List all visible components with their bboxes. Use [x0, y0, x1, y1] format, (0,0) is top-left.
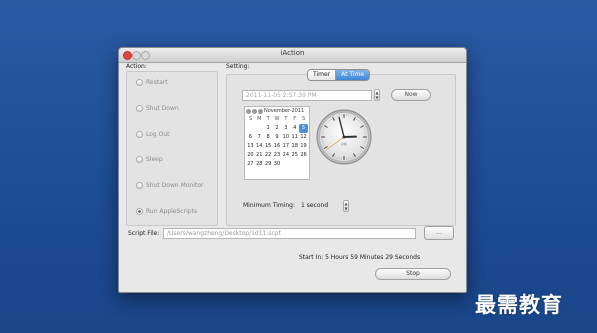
calendar-day[interactable]: 8 [264, 133, 273, 142]
calendar-prev-button[interactable] [246, 108, 251, 114]
radio-restart[interactable]: Restart [136, 79, 168, 86]
setting-heading: Setting: [226, 63, 250, 70]
datetime-field[interactable]: 2011-11-05 2:57:39 PM [242, 90, 372, 101]
radio-label: Restart [146, 79, 168, 86]
calendar-day[interactable]: 6 [246, 133, 255, 142]
radio-dot-selected [136, 208, 143, 215]
radio-shut-down-monitor[interactable]: Shut Down Monitor [136, 182, 203, 189]
calendar-day[interactable]: 24 [281, 151, 290, 160]
calendar-empty-cell [246, 124, 255, 133]
calendar-day[interactable]: 4 [290, 124, 299, 133]
calendar-weekday: T [266, 116, 270, 122]
calendar-day[interactable]: 14 [255, 142, 264, 151]
calendar-weekday: M [257, 116, 262, 122]
radio-sleep[interactable]: Sleep [136, 156, 163, 163]
calendar-today-button[interactable] [252, 108, 257, 114]
window-title: iAction [280, 49, 305, 57]
calendar-weekday: T [284, 116, 288, 122]
calendar-weekday: S [248, 116, 253, 122]
radio-label: Sleep [146, 156, 163, 163]
watermark-text: 最需教育 [475, 293, 563, 317]
calendar-day[interactable]: 9 [273, 133, 282, 142]
radio-dot [136, 131, 143, 138]
calendar-day[interactable]: 17 [281, 142, 290, 151]
calendar-header: November-2011 [245, 107, 309, 115]
min-timing-value: 1 second [301, 202, 329, 209]
calendar-day[interactable]: 16 [273, 142, 282, 151]
calendar: November-2011 S M T W T F S 1 2 3 4 5 6 7 8 9 10 11 12 13 14… [244, 106, 310, 180]
calendar-weekday: S [301, 116, 306, 122]
radio-log-out[interactable]: Log Out [136, 131, 170, 138]
calendar-day[interactable]: 18 [290, 142, 299, 151]
script-file-label: Script File: [128, 230, 160, 237]
calendar-day[interactable]: 13 [246, 142, 255, 151]
radio-dot [136, 182, 143, 189]
radio-dot [136, 79, 143, 86]
calendar-day[interactable]: 10 [281, 133, 290, 142]
min-timing-label: Minimum Timing: [243, 202, 296, 209]
start-in-status: Start In: 5 Hours 59 Minutes 29 Seconds [299, 254, 421, 261]
calendar-day[interactable]: 26 [299, 151, 308, 160]
calendar-day[interactable]: 21 [255, 151, 264, 160]
calendar-day[interactable]: 20 [246, 151, 255, 160]
calendar-weekday: F [293, 116, 297, 122]
tab-timer[interactable]: Timer [308, 70, 337, 80]
calendar-day[interactable]: 2 [273, 124, 282, 133]
radio-label: Shut Down Monitor [146, 182, 204, 189]
tab-at-time[interactable]: At Time [336, 70, 370, 80]
radio-label: Run AppleScripts [146, 208, 198, 215]
browse-button[interactable]: ... [424, 226, 454, 240]
calendar-grid: S M T W T F S 1 2 3 4 5 6 7 8 9 10 11 12 13 14 15 16 17 18 19 20 21… [245, 115, 309, 169]
calendar-day[interactable]: 5 [299, 124, 308, 133]
calendar-day[interactable]: 25 [290, 151, 299, 160]
clock-center [342, 135, 346, 139]
calendar-month: November-2011 [264, 108, 305, 114]
clock-ampm: PM [341, 142, 347, 147]
radio-dot [136, 156, 143, 163]
radio-dot [136, 105, 143, 112]
datetime-stepper[interactable]: ▲ ▼ [374, 89, 380, 101]
action-panel [126, 71, 218, 226]
calendar-day[interactable]: 22 [264, 151, 273, 160]
action-heading: Action: [126, 63, 147, 70]
script-path-field[interactable]: /Users/wangzheng/Desktop/1d11.scpt [163, 228, 416, 239]
calendar-day[interactable]: 19 [299, 142, 308, 151]
min-timing-stepper[interactable]: ▲ ▼ [343, 200, 349, 212]
analog-clock: PM [316, 109, 372, 165]
radio-run-applescripts[interactable]: Run AppleScripts [136, 208, 197, 215]
calendar-day[interactable]: 12 [299, 133, 308, 142]
calendar-day[interactable]: 15 [264, 142, 273, 151]
calendar-day[interactable]: 7 [255, 133, 264, 142]
calendar-empty-cell [255, 124, 264, 133]
calendar-day[interactable]: 27 [246, 160, 255, 169]
calendar-next-button[interactable] [258, 108, 263, 114]
radio-shut-down[interactable]: Shut Down [136, 105, 179, 112]
stop-button[interactable]: Stop [375, 268, 451, 280]
calendar-day[interactable]: 28 [255, 160, 264, 169]
radio-label: Shut Down [146, 105, 179, 112]
calendar-day[interactable]: 3 [281, 124, 290, 133]
calendar-weekday: W [274, 116, 280, 122]
now-button[interactable]: Now [391, 89, 431, 101]
mode-segmented-control[interactable]: Timer At Time [307, 69, 371, 81]
calendar-day[interactable]: 30 [273, 160, 282, 169]
calendar-day[interactable]: 23 [273, 151, 282, 160]
radio-label: Log Out [146, 131, 170, 138]
calendar-day[interactable]: 29 [264, 160, 273, 169]
title-bar[interactable]: iAction [119, 48, 466, 63]
calendar-day[interactable]: 11 [290, 133, 299, 142]
calendar-day[interactable]: 1 [264, 124, 273, 133]
